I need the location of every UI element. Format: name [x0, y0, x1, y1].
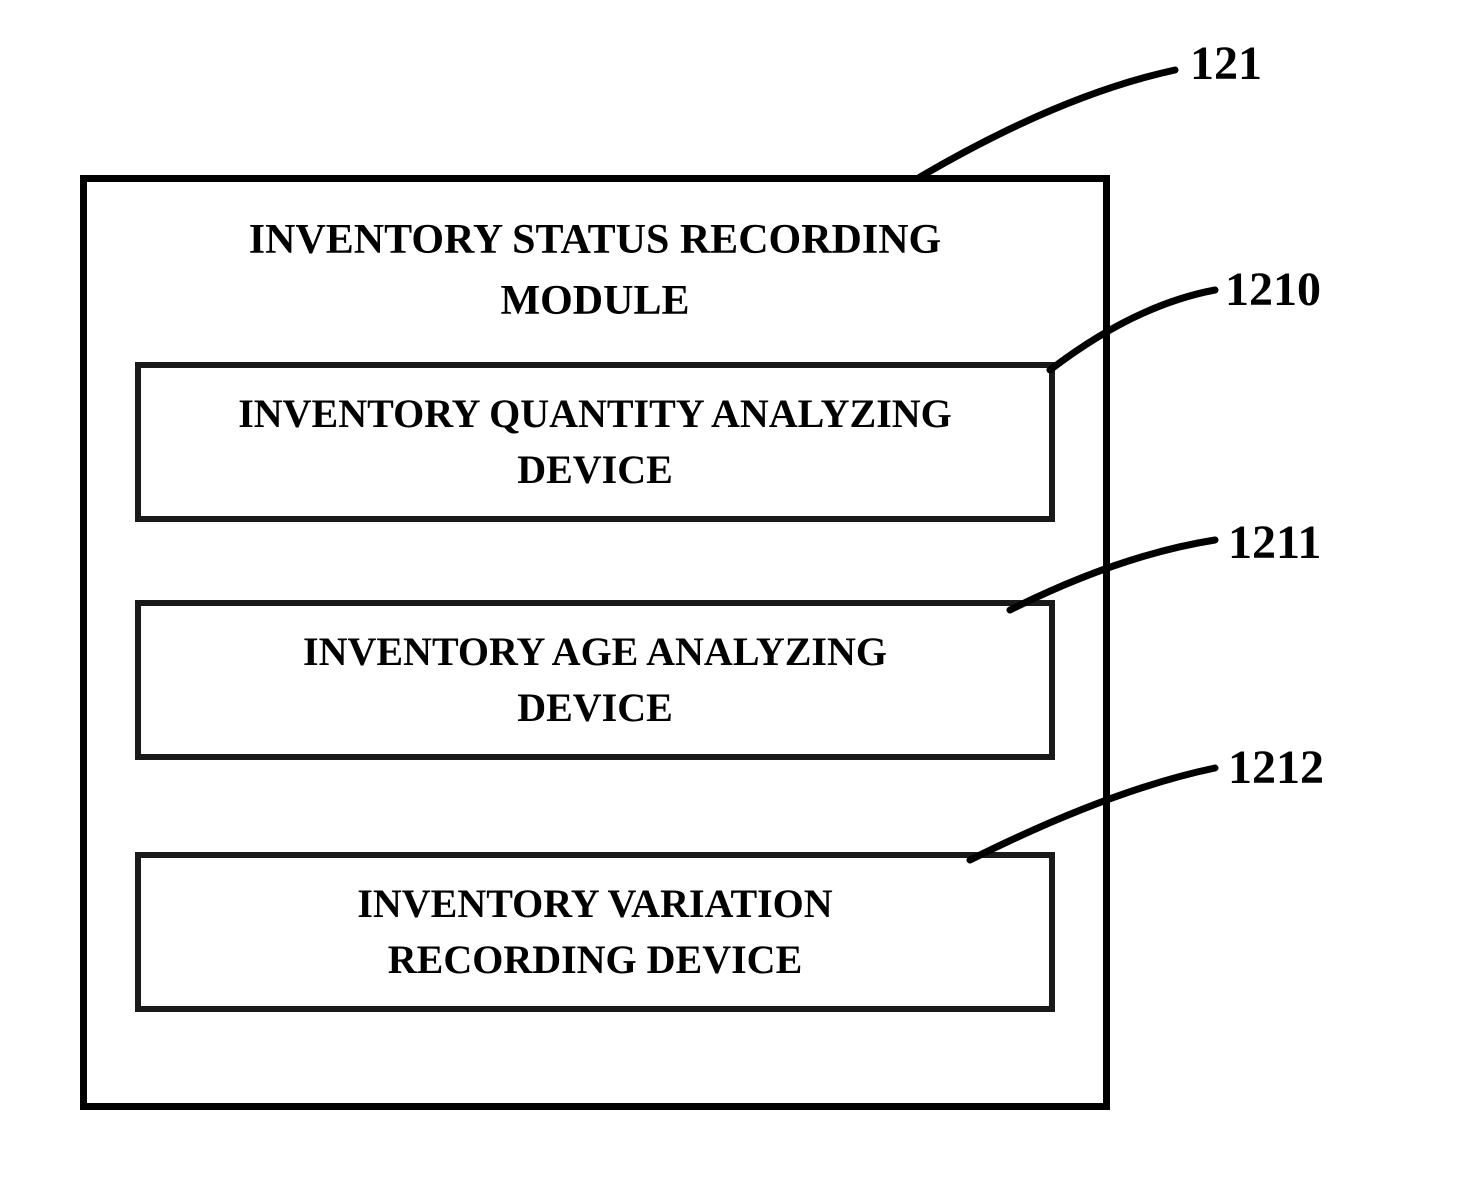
device-label-line2: DEVICE: [517, 447, 673, 492]
device-box-1210: INVENTORY QUANTITY ANALYZING DEVICE: [135, 362, 1055, 522]
device-label-line1: INVENTORY AGE ANALYZING: [303, 629, 887, 674]
device-label-line2: RECORDING DEVICE: [388, 937, 803, 982]
device-box-1212: INVENTORY VARIATION RECORDING DEVICE: [135, 852, 1055, 1012]
module-title-line2: MODULE: [501, 278, 690, 324]
device-label: INVENTORY QUANTITY ANALYZING DEVICE: [238, 386, 952, 498]
leader-121: [920, 70, 1175, 177]
diagram-canvas: INVENTORY STATUS RECORDING MODULE INVENT…: [0, 0, 1480, 1180]
ref-label-1211: 1211: [1228, 515, 1321, 570]
ref-label-121: 121: [1190, 36, 1262, 91]
device-label-line1: INVENTORY QUANTITY ANALYZING: [238, 391, 952, 436]
module-title: INVENTORY STATUS RECORDING MODULE: [87, 210, 1103, 332]
module-outer-box: INVENTORY STATUS RECORDING MODULE INVENT…: [80, 175, 1110, 1110]
module-title-line1: INVENTORY STATUS RECORDING: [249, 217, 941, 263]
device-label: INVENTORY VARIATION RECORDING DEVICE: [357, 876, 832, 988]
ref-label-1212: 1212: [1228, 740, 1324, 795]
device-label: INVENTORY AGE ANALYZING DEVICE: [303, 624, 887, 736]
device-label-line1: INVENTORY VARIATION: [357, 881, 832, 926]
device-label-line2: DEVICE: [517, 685, 673, 730]
device-box-1211: INVENTORY AGE ANALYZING DEVICE: [135, 600, 1055, 760]
ref-label-1210: 1210: [1225, 262, 1321, 317]
